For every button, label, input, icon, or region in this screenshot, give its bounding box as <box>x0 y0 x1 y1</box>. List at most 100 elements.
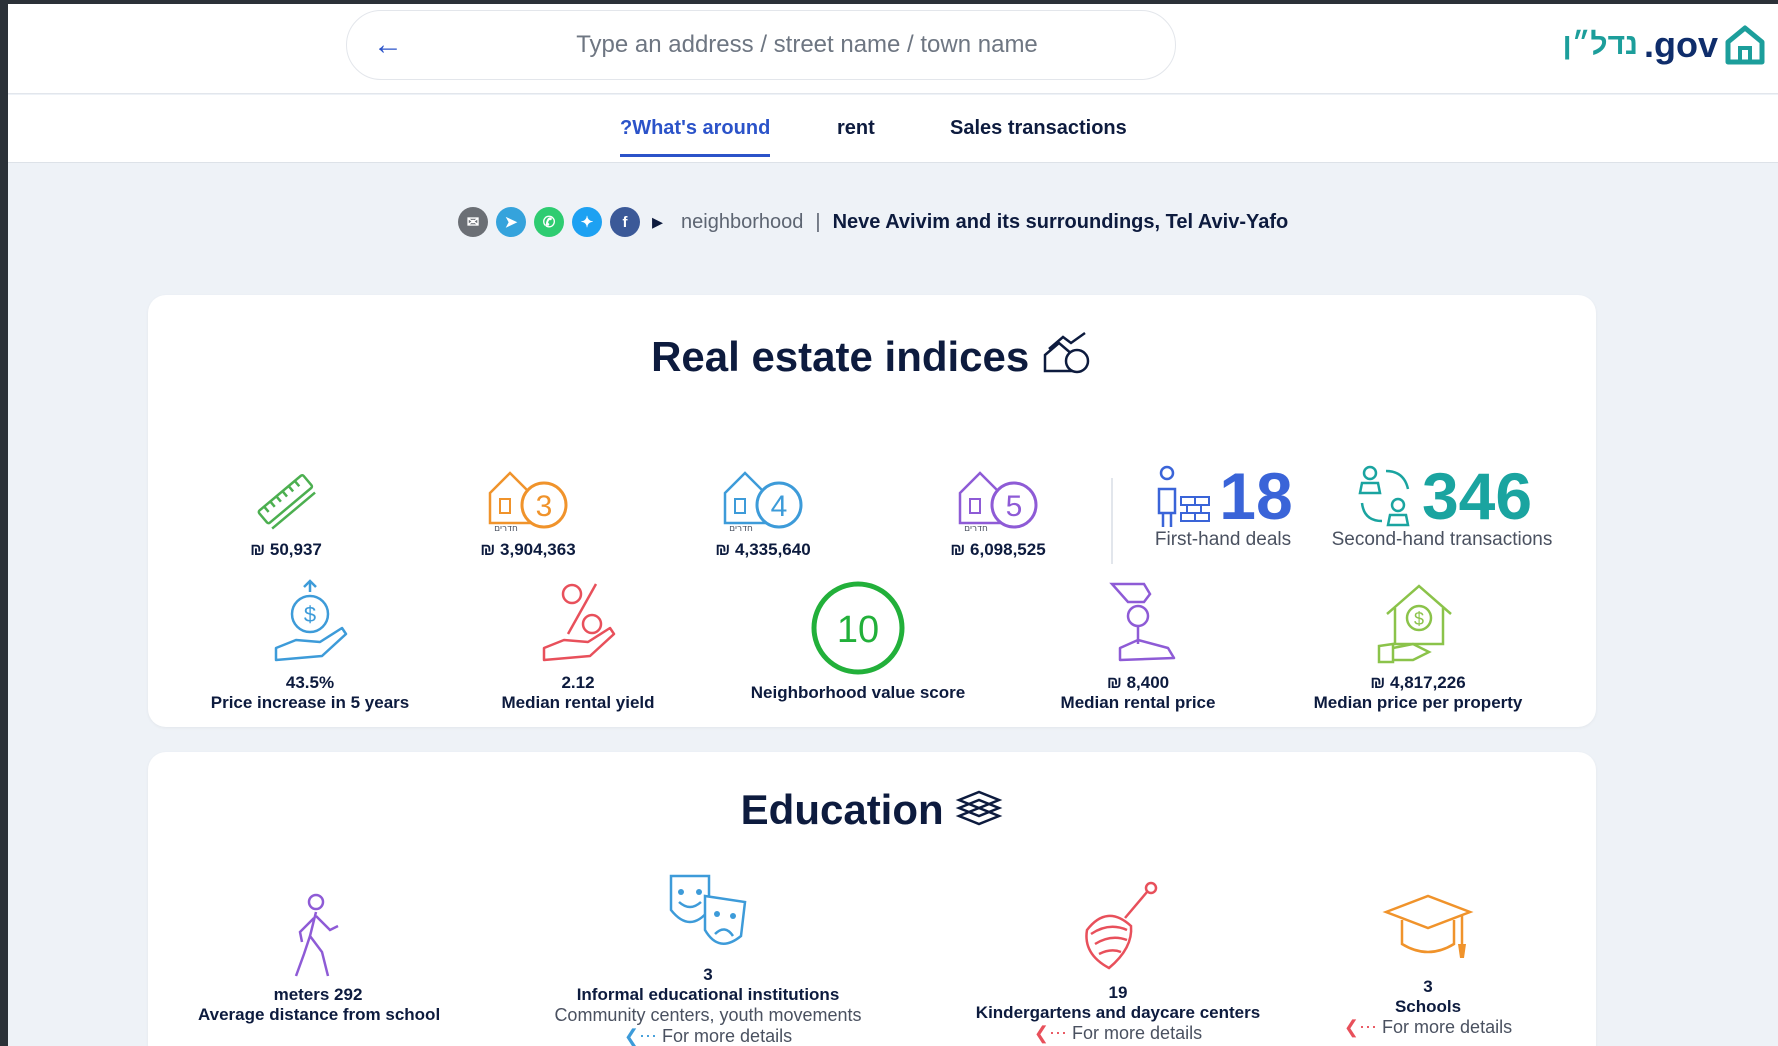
rental-yield-value: 2.12 <box>561 673 595 692</box>
score-circle-icon: 10 <box>811 581 905 675</box>
price-increase-value: 43.5% <box>285 673 335 692</box>
percent-hand-icon <box>542 583 616 662</box>
informal-education-stat: 3 Informal educational institutions Comm… <box>518 870 898 1046</box>
chevron-left-icon: ❮⋯ <box>623 1026 658 1046</box>
svg-text:3: 3 <box>536 490 553 523</box>
svg-text:חדרים: חדרים <box>494 524 518 534</box>
schools-more-link[interactable]: ❮⋯ For more details <box>1328 1017 1528 1038</box>
search-bar[interactable]: ← <box>346 10 1176 80</box>
informal-education-label: Informal educational institutions <box>576 985 840 1004</box>
neighborhood-score-label: Neighborhood value score <box>750 683 966 702</box>
logo-gov-text: .gov <box>1643 24 1718 65</box>
svg-text:5: 5 <box>1006 490 1023 523</box>
chevron-left-icon: ❮⋯ <box>1033 1023 1068 1043</box>
svg-text:חדרים: חדרים <box>729 524 753 534</box>
section-divider <box>1111 478 1113 564</box>
money-hand-icon: $ <box>274 579 348 662</box>
people-exchange-icon <box>1358 465 1410 527</box>
schools-label: Schools <box>1394 997 1462 1016</box>
kindergartens-more-link[interactable]: ❮⋯ For more details <box>968 1023 1268 1044</box>
first-hand-label: First-hand deals <box>1154 529 1292 550</box>
informal-education-more-link[interactable]: ❮⋯ For more details <box>518 1026 898 1046</box>
median-rental-price-label: Median rental price <box>1060 693 1216 712</box>
median-rental-price-value: ₪ 8,400 <box>1106 673 1170 692</box>
median-price-property-label: Median price per property <box>1313 693 1523 712</box>
distance-school-label: Average distance from school <box>198 1005 441 1024</box>
whatsapp-icon[interactable]: ✆ <box>534 207 564 237</box>
kindergartens-value: 19 <box>1108 983 1128 1002</box>
spinning-top-icon <box>1085 881 1158 970</box>
breadcrumb-label: neighborhood <box>681 210 804 233</box>
informal-education-value: 3 <box>703 965 713 984</box>
house-money-icon: $ <box>1377 584 1452 664</box>
ruler-pencil-icon <box>257 474 316 530</box>
breadcrumb-value: Neve Avivim and its surroundings, Tel Av… <box>832 210 1289 233</box>
logo-hebrew-text: נדל״ן <box>1562 28 1638 61</box>
app-frame: ← נדל״ן .gov ?What's around rent Sales t… <box>8 4 1778 1046</box>
twitter-icon[interactable]: ✦ <box>572 207 602 237</box>
svg-text:$: $ <box>1414 609 1424 629</box>
price-increase-label: Price increase in 5 years <box>210 693 410 712</box>
price-per-meter-stat: ₪ 50,937 <box>206 465 366 560</box>
price-4-rooms-stat: 4 חדרים ₪ 4,335,640 <box>673 463 853 560</box>
schools-value: 3 <box>1423 977 1433 996</box>
first-hand-count: 18 <box>1219 459 1293 533</box>
house-3-rooms-icon: 3 חדרים <box>488 471 568 534</box>
svg-text:חדרים: חדרים <box>964 524 988 534</box>
kindergartens-label: Kindergartens and daycare centers <box>975 1003 1261 1022</box>
price-increase-stat: $ 43.5% Price increase in 5 years <box>210 578 410 713</box>
median-price-property-stat: $ ₪ 4,817,226 Median price per property <box>1298 578 1538 713</box>
svg-text:4: 4 <box>771 490 788 523</box>
price-5-rooms-value: ₪ 6,098,525 <box>950 540 1046 559</box>
price-3-rooms-value: ₪ 3,904,363 <box>480 540 576 559</box>
house-4-rooms-icon: 4 חדרים <box>723 471 803 534</box>
rental-yield-stat: 2.12 Median rental yield <box>478 578 678 713</box>
back-arrow-icon[interactable]: ← <box>373 30 409 60</box>
price-5-rooms-stat: 5 חדרים ₪ 6,098,525 <box>908 463 1088 560</box>
breadcrumb-separator: | <box>815 210 821 233</box>
telegram-icon[interactable]: ➤ <box>496 207 526 237</box>
svg-text:$: $ <box>304 602 316 627</box>
second-hand-label: Second-hand transactions <box>1331 529 1553 550</box>
books-icon <box>955 790 1003 826</box>
tab-sales-transactions[interactable]: Sales transactions <box>950 117 1127 140</box>
chart-house-icon <box>1043 331 1090 374</box>
email-icon[interactable]: ✉ <box>458 207 488 237</box>
distance-school-value: meters 292 <box>273 985 363 1004</box>
kindergartens-stat: 19 Kindergartens and daycare centers ❮⋯ … <box>968 878 1268 1044</box>
education-title-text: Education <box>740 786 944 833</box>
facebook-icon[interactable]: f <box>610 207 640 237</box>
second-hand-count: 346 <box>1421 459 1533 533</box>
price-3-rooms-stat: 3 חדרים ₪ 3,904,363 <box>438 463 618 560</box>
informal-education-more-text: For more details <box>662 1026 793 1046</box>
walking-person-icon <box>294 893 339 977</box>
search-input[interactable] <box>527 25 1087 65</box>
chevron-left-icon: ❮⋯ <box>1343 1017 1378 1037</box>
share-icon[interactable]: ▸ <box>652 209 663 235</box>
neighborhood-score-number: 10 <box>837 609 879 651</box>
first-hand-deals-stat: 18 First-hand deals <box>1138 463 1308 551</box>
neighborhood-score-stat: 10 Neighborhood value score <box>748 580 968 703</box>
real-estate-title-text: Real estate indices <box>651 333 1030 380</box>
schools-more-text: For more details <box>1382 1017 1513 1037</box>
real-estate-title: Real estate indices <box>148 331 1596 381</box>
key-hand-icon <box>1109 582 1176 662</box>
education-card: Education meters 292 Average distance fr… <box>148 752 1596 1046</box>
median-price-property-value: ₪ 4,817,226 <box>1370 673 1466 692</box>
tab-whats-around[interactable]: ?What's around <box>620 117 771 157</box>
real-estate-card: Real estate indices ₪ 50,937 3 חדרים ₪ 3… <box>148 295 1596 727</box>
education-title: Education <box>148 786 1596 834</box>
logo[interactable]: נדל״ן .gov <box>1563 20 1766 70</box>
price-per-meter-value: ₪ 50,937 <box>250 540 322 559</box>
second-hand-transactions-stat: 346 Second-hand transactions <box>1318 463 1566 551</box>
logo-house-icon <box>1725 25 1765 65</box>
tab-bar: ?What's around rent Sales transactions <box>8 95 1778 163</box>
median-rental-price-stat: ₪ 8,400 Median rental price <box>1038 578 1238 713</box>
share-breadcrumb-bar: ✉ ➤ ✆ ✦ f ▸ neighborhood | Neve Avivim a… <box>458 204 1288 240</box>
schools-stat: 3 Schools ❮⋯ For more details <box>1328 882 1528 1038</box>
builder-icon <box>1158 465 1211 527</box>
informal-education-sub: Community centers, youth movements <box>554 1005 862 1025</box>
kindergartens-more-text: For more details <box>1072 1023 1203 1043</box>
header: ← נדל״ן .gov <box>8 4 1778 94</box>
tab-rent[interactable]: rent <box>837 117 875 140</box>
